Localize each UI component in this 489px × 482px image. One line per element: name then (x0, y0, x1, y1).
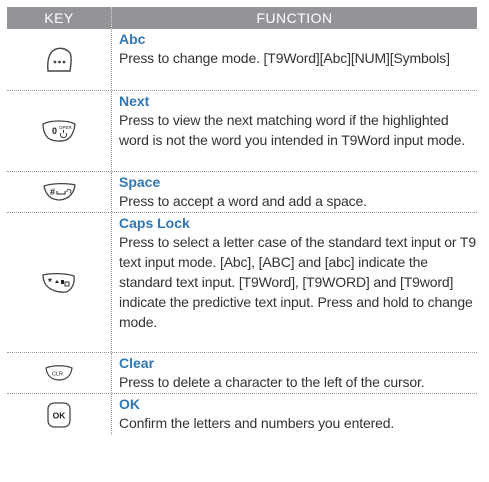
key-column-header: KEY (44, 10, 74, 26)
function-cell: Abc Press to change mode. [T9Word][Abc][… (112, 29, 477, 90)
key-label: OK (53, 410, 67, 420)
function-title: OK (119, 396, 140, 412)
function-title: Space (119, 174, 161, 190)
key-cell (7, 29, 112, 90)
key-cell: CLR (7, 353, 112, 393)
key-cell: OK (7, 394, 112, 435)
table-row: Abc Press to change mode. [T9Word][Abc][… (7, 29, 477, 91)
function-description: Press to change mode. [T9Word][Abc][NUM]… (119, 50, 450, 66)
key-label: 0 (52, 126, 57, 136)
hash-space-key-icon: # (43, 182, 76, 201)
function-title: Next (119, 93, 150, 109)
key-label: CLR (52, 372, 63, 378)
function-description: Press to accept a word and add a space. (119, 193, 367, 209)
zero-oper-key-icon: 0 OPER (42, 120, 76, 142)
function-description: Press to delete a character to the left … (119, 374, 425, 390)
table-row: CLR Clear Press to delete a character to… (7, 353, 477, 394)
table-row: OK OK Confirm the letters and numbers yo… (7, 394, 477, 435)
menu-dots-key-icon (47, 47, 72, 72)
function-cell: Caps Lock Press to select a letter case … (112, 213, 477, 352)
function-description: Press to select a letter case of the sta… (119, 234, 476, 330)
star-shift-key-icon: * (42, 272, 75, 293)
table-row: # Space Press to accept a word and add a… (7, 172, 477, 213)
function-cell: Clear Press to delete a character to the… (112, 353, 477, 393)
function-column-header: FUNCTION (111, 7, 477, 29)
function-title: Clear (119, 355, 155, 371)
ok-key-icon: OK (47, 401, 71, 428)
function-cell: Next Press to view the next matching wor… (112, 91, 477, 171)
key-cell: 0 OPER (7, 91, 112, 171)
function-cell: OK Confirm the letters and numbers you e… (112, 394, 477, 435)
key-function-table: KEY FUNCTION Abc Press to change mode. [… (7, 7, 477, 435)
table-row: 0 OPER Next Press to view the next match… (7, 91, 477, 172)
key-cell: * (7, 213, 112, 352)
key-sublabel: OPER (59, 125, 73, 130)
function-description: Confirm the letters and numbers you ente… (119, 415, 395, 431)
key-cell: # (7, 172, 112, 212)
table-row: * Caps Lock Press to select a letter cas… (7, 213, 477, 353)
key-label: # (50, 187, 55, 197)
function-description: Press to view the next matching word if … (119, 112, 466, 148)
function-title: Abc (119, 31, 146, 47)
function-title: Caps Lock (119, 215, 190, 231)
function-cell: Space Press to accept a word and add a s… (112, 172, 477, 212)
table-header: KEY FUNCTION (7, 7, 477, 29)
key-label: * (48, 277, 52, 288)
clr-key-icon: CLR (45, 365, 73, 381)
